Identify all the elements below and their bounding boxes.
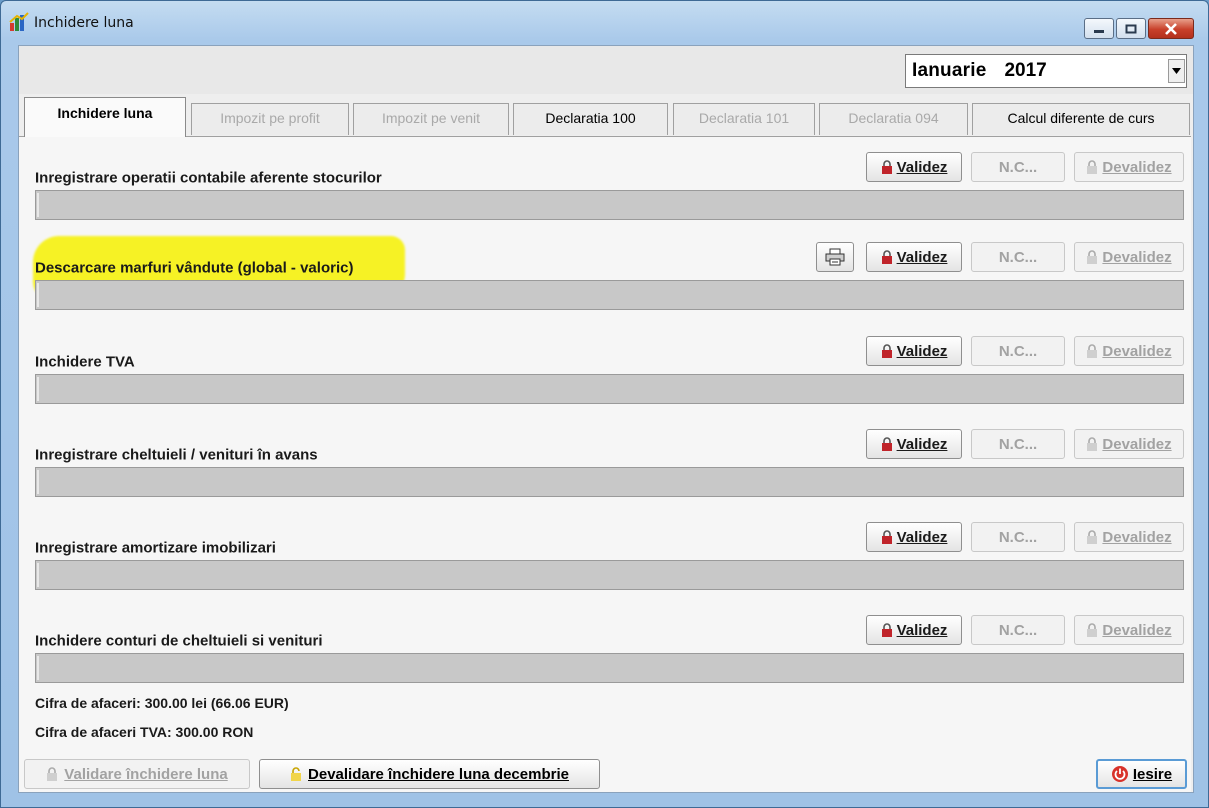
validate-button[interactable]: Validez	[866, 615, 962, 645]
tab-declaratia-094[interactable]: Declaratia 094	[819, 103, 968, 135]
unlock-icon	[1087, 437, 1098, 451]
section-conturi-cheltuieli-venituri: Inchidere conturi de cheltuieli si venit…	[19, 605, 1191, 683]
period-year: 2017	[1004, 60, 1047, 81]
title-bar[interactable]: Inchidere luna	[1, 1, 1208, 45]
exit-label: Iesire	[1132, 765, 1173, 783]
nc-button[interactable]: N.C...	[971, 522, 1065, 552]
unlock-icon	[1087, 530, 1098, 544]
devalidate-button[interactable]: Devalidez	[1074, 615, 1184, 645]
section-label: Inregistrare amortizare imobilizari	[35, 539, 276, 557]
validate-button[interactable]: Validez	[866, 336, 962, 366]
lock-icon	[881, 250, 892, 264]
printer-icon	[825, 248, 845, 266]
chart-icon	[9, 12, 29, 31]
devalidate-button[interactable]: Devalidez	[1074, 429, 1184, 459]
window: Inchidere luna Ianuarie 2017 Inchidere l…	[0, 0, 1209, 808]
devalidate-button[interactable]: Devalidez	[1074, 242, 1184, 272]
turnover-vat-text: Cifra de afaceri TVA: 300.00 RON	[35, 724, 254, 740]
tab-declaratia-101[interactable]: Declaratia 101	[673, 103, 815, 135]
validate-label: Validez	[896, 158, 948, 176]
unlock-icon	[1087, 160, 1098, 174]
lock-icon	[881, 437, 892, 451]
validate-button[interactable]: Validez	[866, 152, 962, 182]
validate-close-month-label: Validare închidere luna	[64, 765, 228, 783]
section-label: Inregistrare cheltuieli / venituri în av…	[35, 446, 318, 464]
devalidate-button[interactable]: Devalidez	[1074, 336, 1184, 366]
tab-content: Inregistrare operatii contabile aferente…	[19, 136, 1191, 792]
period-month: Ianuarie	[912, 60, 987, 81]
lock-icon	[881, 344, 892, 358]
devalidate-label: Devalidez	[1102, 435, 1172, 453]
tab-inchidere-luna[interactable]: Inchidere luna	[24, 97, 186, 137]
validate-label: Validez	[896, 248, 948, 266]
dropdown-button[interactable]	[1168, 59, 1185, 83]
tab-calcul-diferente-curs[interactable]: Calcul diferente de curs	[972, 103, 1190, 135]
devalidate-button[interactable]: Devalidez	[1074, 152, 1184, 182]
section-label: Descarcare marfuri vândute (global - val…	[35, 259, 354, 277]
validate-button[interactable]: Validez	[866, 429, 962, 459]
progress-bar	[35, 280, 1184, 310]
maximize-button[interactable]	[1116, 18, 1146, 39]
section-label: Inchidere TVA	[35, 353, 135, 371]
minimize-button[interactable]	[1084, 18, 1114, 39]
section-amortizare: Inregistrare amortizare imobilizari Vali…	[19, 512, 1191, 590]
nc-button[interactable]: N.C...	[971, 615, 1065, 645]
open-lock-icon	[291, 767, 302, 781]
section-inchidere-tva: Inchidere TVA Validez N.C... Devalidez	[19, 326, 1191, 404]
exit-button[interactable]: Iesire	[1096, 759, 1187, 789]
validate-button[interactable]: Validez	[866, 522, 962, 552]
devalidate-label: Devalidez	[1102, 528, 1172, 546]
chevron-down-icon	[1172, 68, 1181, 74]
minimize-icon	[1094, 29, 1104, 33]
turnover-text: Cifra de afaceri: 300.00 lei (66.06 EUR)	[35, 695, 289, 711]
validate-label: Validez	[896, 435, 948, 453]
devalidate-button[interactable]: Devalidez	[1074, 522, 1184, 552]
section-descarcare-marfuri: Descarcare marfuri vândute (global - val…	[19, 232, 1191, 310]
validate-close-month-button[interactable]: Validare închidere luna	[24, 759, 250, 789]
progress-bar	[35, 653, 1184, 683]
section-cheltuieli-avans: Inregistrare cheltuieli / venituri în av…	[19, 419, 1191, 497]
lock-icon	[881, 160, 892, 174]
period-select[interactable]: Ianuarie 2017	[905, 54, 1187, 88]
close-icon	[1165, 22, 1177, 35]
power-icon	[1111, 766, 1128, 782]
period-bar: Ianuarie 2017	[19, 46, 1193, 94]
nc-button[interactable]: N.C...	[971, 336, 1065, 366]
client-area: Ianuarie 2017 Inchidere luna Impozit pe …	[18, 45, 1194, 793]
validate-label: Validez	[896, 342, 948, 360]
window-title: Inchidere luna	[34, 15, 134, 31]
section-label: Inregistrare operatii contabile aferente…	[35, 169, 382, 187]
devalidate-label: Devalidez	[1102, 158, 1172, 176]
devalidate-label: Devalidez	[1102, 621, 1172, 639]
tab-declaratia-100[interactable]: Declaratia 100	[513, 103, 668, 135]
progress-bar	[35, 560, 1184, 590]
validate-button[interactable]: Validez	[866, 242, 962, 272]
nc-button[interactable]: N.C...	[971, 429, 1065, 459]
unlock-icon	[47, 767, 58, 781]
section-label: Inchidere conturi de cheltuieli si venit…	[35, 632, 323, 650]
lock-icon	[881, 623, 892, 637]
progress-bar	[35, 374, 1184, 404]
devalidate-close-month-button[interactable]: Devalidare închidere luna decembrie	[259, 759, 600, 789]
nc-button[interactable]: N.C...	[971, 242, 1065, 272]
validate-label: Validez	[896, 621, 948, 639]
lock-icon	[881, 530, 892, 544]
section-stocuri: Inregistrare operatii contabile aferente…	[19, 142, 1191, 220]
devalidate-label: Devalidez	[1102, 248, 1172, 266]
tab-impozit-venit[interactable]: Impozit pe venit	[353, 103, 509, 135]
tab-impozit-profit[interactable]: Impozit pe profit	[191, 103, 349, 135]
devalidate-close-month-label: Devalidare închidere luna decembrie	[308, 765, 569, 783]
print-button[interactable]	[816, 242, 854, 272]
close-button[interactable]	[1148, 18, 1194, 39]
unlock-icon	[1087, 344, 1098, 358]
progress-bar	[35, 467, 1184, 497]
maximize-icon	[1125, 24, 1137, 33]
unlock-icon	[1087, 623, 1098, 637]
progress-bar	[35, 190, 1184, 220]
unlock-icon	[1087, 250, 1098, 264]
validate-label: Validez	[896, 528, 948, 546]
tab-bar: Inchidere luna Impozit pe profit Impozit…	[19, 97, 1193, 137]
nc-button[interactable]: N.C...	[971, 152, 1065, 182]
devalidate-label: Devalidez	[1102, 342, 1172, 360]
